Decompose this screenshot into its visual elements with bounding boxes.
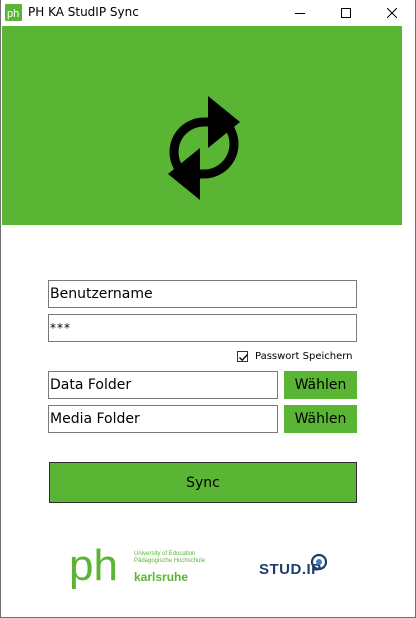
choose-media-folder-button[interactable]: Wählen bbox=[284, 405, 357, 433]
close-button[interactable] bbox=[369, 0, 415, 26]
studip-mark-icon bbox=[310, 553, 328, 571]
maximize-button[interactable] bbox=[323, 0, 369, 26]
password-field[interactable]: *** bbox=[48, 314, 357, 342]
svg-text:ph: ph bbox=[7, 8, 19, 20]
close-icon bbox=[387, 8, 397, 18]
title-bar[interactable]: ph PH KA StudIP Sync bbox=[1, 0, 415, 26]
choose-data-folder-button[interactable]: Wählen bbox=[284, 371, 357, 399]
sync-icon bbox=[168, 96, 240, 200]
ph-tagline-line2: Pädagogische Hochschule bbox=[134, 558, 206, 564]
ph-tagline: University of Education Pädagogische Hoc… bbox=[134, 551, 205, 565]
username-field[interactable]: Benutzername bbox=[48, 280, 357, 308]
save-password-checkbox[interactable] bbox=[237, 350, 248, 362]
header-banner bbox=[2, 26, 402, 225]
minimize-icon bbox=[295, 13, 305, 14]
app-window: ph PH KA StudIP Sync Benutzername *** Pa… bbox=[0, 0, 416, 618]
checkmark-icon bbox=[239, 353, 248, 361]
maximize-icon bbox=[341, 8, 351, 18]
ph-logo-icon: ph bbox=[5, 4, 22, 21]
save-password-option[interactable]: Passwort Speichern bbox=[237, 349, 353, 363]
minimize-button[interactable] bbox=[277, 0, 323, 26]
ph-karlsruhe-logo: ph bbox=[69, 546, 118, 590]
save-password-label: Passwort Speichern bbox=[255, 350, 353, 362]
data-folder-field[interactable]: Data Folder bbox=[48, 371, 278, 399]
media-folder-field[interactable]: Media Folder bbox=[48, 405, 278, 433]
ph-city-name: karlsruhe bbox=[134, 570, 189, 584]
window-title: PH KA StudIP Sync bbox=[28, 5, 139, 19]
ph-tagline-line1: University of Education bbox=[134, 551, 196, 557]
ph-logo-mark: ph bbox=[69, 546, 118, 590]
sync-button[interactable]: Sync bbox=[49, 462, 357, 503]
